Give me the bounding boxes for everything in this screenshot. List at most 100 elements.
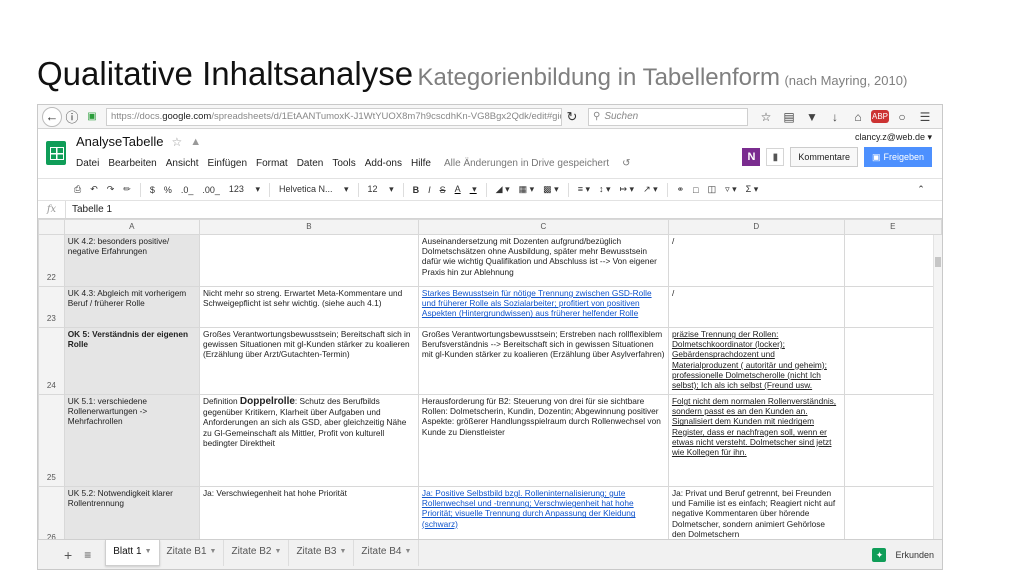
save-status[interactable]: Alle Änderungen in Drive gespeichert [444, 158, 609, 169]
cell-c25[interactable]: Herausforderung für B2: Steuerung von dr… [417, 394, 669, 487]
cell-a23[interactable]: UK 4.3: Abgleich mit vorherigem Beruf / … [63, 286, 201, 328]
text-color-button[interactable]: A ▾ [455, 184, 477, 195]
link-icon[interactable]: ⚭ [677, 184, 685, 195]
share-button[interactable]: ▣ Freigeben [863, 147, 932, 167]
comment-icon[interactable]: □ [693, 185, 698, 195]
cell-b25[interactable]: Definition Doppelrolle: Schutz des Beruf… [199, 394, 419, 487]
menu-item-daten[interactable]: Daten [297, 158, 324, 169]
row-header[interactable]: 22 [38, 234, 65, 287]
cell-b22[interactable] [199, 234, 419, 287]
decrease-decimal-button[interactable]: .0_ [181, 185, 194, 195]
column-header-e[interactable]: E [843, 219, 942, 235]
cell-d22[interactable]: / [667, 234, 845, 287]
history-icon[interactable]: ↺ [622, 158, 630, 169]
column-header-c[interactable]: C [417, 219, 669, 235]
doc-title[interactable]: AnalyseTabelle [76, 134, 163, 149]
cell-e26[interactable] [843, 486, 942, 541]
menu-item-ansicht[interactable]: Ansicht [166, 158, 199, 169]
star-icon[interactable]: ☆ [171, 135, 182, 149]
redo-icon[interactable]: ↷ [107, 184, 115, 195]
cell-d23[interactable]: / [667, 286, 845, 328]
menu-item-hilfe[interactable]: Hilfe [411, 158, 431, 169]
borders-icon[interactable]: ▦ ▾ [519, 184, 535, 195]
url-bar[interactable]: https://docs. google.com/spreadsheets/d/1… [106, 107, 562, 126]
increase-decimal-button[interactable]: .00_ [202, 185, 220, 195]
print-icon[interactable]: ⎙ [74, 184, 81, 195]
cell-a22[interactable]: UK 4.2: besonders positive/ negative Erf… [63, 234, 201, 287]
cell-c23[interactable]: Starkes Bewusstsein für nötige Trennung … [417, 286, 669, 328]
clipboard-icon[interactable]: ▤ [779, 110, 799, 124]
chat-icon[interactable]: ○ [892, 110, 912, 124]
vertical-align-icon[interactable]: ↕ ▾ [599, 184, 611, 195]
menu-item-format[interactable]: Format [256, 158, 288, 169]
undo-icon[interactable]: ↶ [90, 184, 98, 195]
menu-icon[interactable]: ☰ [915, 110, 935, 124]
tab-blatt-1[interactable]: Blatt 1 ▼ [105, 540, 160, 566]
italic-button[interactable]: I [428, 185, 431, 195]
paint-format-icon[interactable]: ✏ [123, 184, 131, 195]
cell-c26[interactable]: Ja: Positive Selbstbild bzgl. Rolleninte… [417, 486, 669, 541]
text-rotation-icon[interactable]: ↗ ▾ [643, 184, 658, 195]
adblock-icon[interactable]: ABP [871, 109, 889, 123]
folder-icon[interactable]: ▲ [190, 136, 201, 148]
reload-icon[interactable]: ↻ [562, 107, 582, 127]
add-sheet-icon[interactable]: + [64, 547, 72, 563]
cell-a26[interactable]: UK 5.2: Notwendigkeit klarer Rollentrenn… [63, 486, 201, 541]
select-all-corner[interactable] [38, 219, 65, 235]
pocket-icon[interactable]: ▼ [802, 110, 822, 124]
strikethrough-button[interactable]: S [440, 185, 446, 195]
menu-item-tools[interactable]: Tools [332, 158, 355, 169]
star-icon[interactable]: ☆ [756, 110, 776, 124]
onenote-icon[interactable]: N [742, 148, 761, 166]
formula-input[interactable]: Tabelle 1 [66, 204, 112, 215]
menu-item-einfuegen[interactable]: Einfügen [208, 158, 247, 169]
row-header[interactable]: 25 [38, 394, 65, 487]
scrollbar-thumb[interactable] [935, 257, 941, 267]
menu-item-addons[interactable]: Add-ons [365, 158, 402, 169]
cell-a24[interactable]: OK 5: Verständnis der eigenen Rolle [63, 327, 201, 395]
text-wrap-icon[interactable]: ↦ ▾ [620, 184, 635, 195]
home-icon[interactable]: ⌂ [848, 110, 868, 124]
tab-zitate-b4[interactable]: Zitate B4 ▼ [354, 540, 420, 566]
tab-zitate-b2[interactable]: Zitate B2 ▼ [224, 540, 290, 566]
row-header[interactable]: 23 [38, 286, 65, 328]
column-header-b[interactable]: B [199, 219, 419, 235]
back-icon[interactable]: ← [42, 106, 62, 127]
menu-item-bearbeiten[interactable]: Bearbeiten [108, 158, 156, 169]
fill-color-icon[interactable]: ◢ ▾ [496, 184, 510, 195]
cell-a25[interactable]: UK 5.1: verschiedene Rollenerwartungen -… [63, 394, 201, 487]
cell-d26[interactable]: Ja: Privat und Beruf getrennt, bei Freun… [667, 486, 845, 541]
cell-b26[interactable]: Ja: Verschwiegenheit hat hohe Priorität [199, 486, 419, 541]
cell-d24[interactable]: präzise Trennung der Rollen: Dolmetschko… [667, 327, 845, 395]
cell-e23[interactable] [843, 286, 942, 328]
bold-button[interactable]: B [413, 185, 420, 195]
cell-b24[interactable]: Großes Verantwortungsbewusstsein; Bereit… [199, 327, 419, 395]
vertical-scrollbar[interactable] [933, 235, 942, 541]
function-icon[interactable]: Σ ▾ [746, 184, 759, 195]
row-header[interactable]: 24 [38, 327, 65, 395]
font-dropdown[interactable]: Helvetica N... ▾ [279, 184, 349, 195]
cell-c24[interactable]: Großes Verantwortungsbewusstsein; Erstre… [417, 327, 669, 395]
tab-zitate-b3[interactable]: Zitate B3 ▼ [289, 540, 355, 566]
cell-b23[interactable]: Nicht mehr so streng. Erwartet Meta-Komm… [199, 286, 419, 328]
font-size-dropdown[interactable]: 12 ▾ [368, 184, 394, 195]
row-header[interactable]: 26 [38, 486, 65, 541]
cell-e25[interactable] [843, 394, 942, 487]
column-header-a[interactable]: A [63, 219, 201, 235]
collapse-toolbar-icon[interactable]: ⌃ [917, 184, 925, 195]
align-left-icon[interactable]: ≡ ▾ [578, 184, 590, 195]
number-format-dropdown[interactable]: 123 ▾ [229, 184, 260, 195]
currency-format-button[interactable]: $ [150, 185, 155, 195]
column-header-d[interactable]: D [667, 219, 845, 235]
cell-e24[interactable] [843, 327, 942, 395]
cell-d25[interactable]: Folgt nicht dem normalen Rollenverständn… [667, 394, 845, 487]
user-account[interactable]: clancy.z@web.de ▾ [742, 132, 932, 143]
tab-zitate-b1[interactable]: Zitate B1 ▼ [160, 540, 225, 566]
sheets-logo-icon[interactable] [46, 141, 66, 165]
info-icon[interactable]: ⓘ [62, 107, 82, 127]
chat-icon[interactable]: ▮ [766, 148, 785, 166]
percent-format-button[interactable]: % [164, 185, 172, 195]
all-sheets-icon[interactable]: ≡ [84, 548, 91, 562]
explore-button[interactable]: ✦ Erkunden [872, 547, 934, 562]
merge-cells-icon[interactable]: ▩ ▾ [543, 184, 559, 195]
